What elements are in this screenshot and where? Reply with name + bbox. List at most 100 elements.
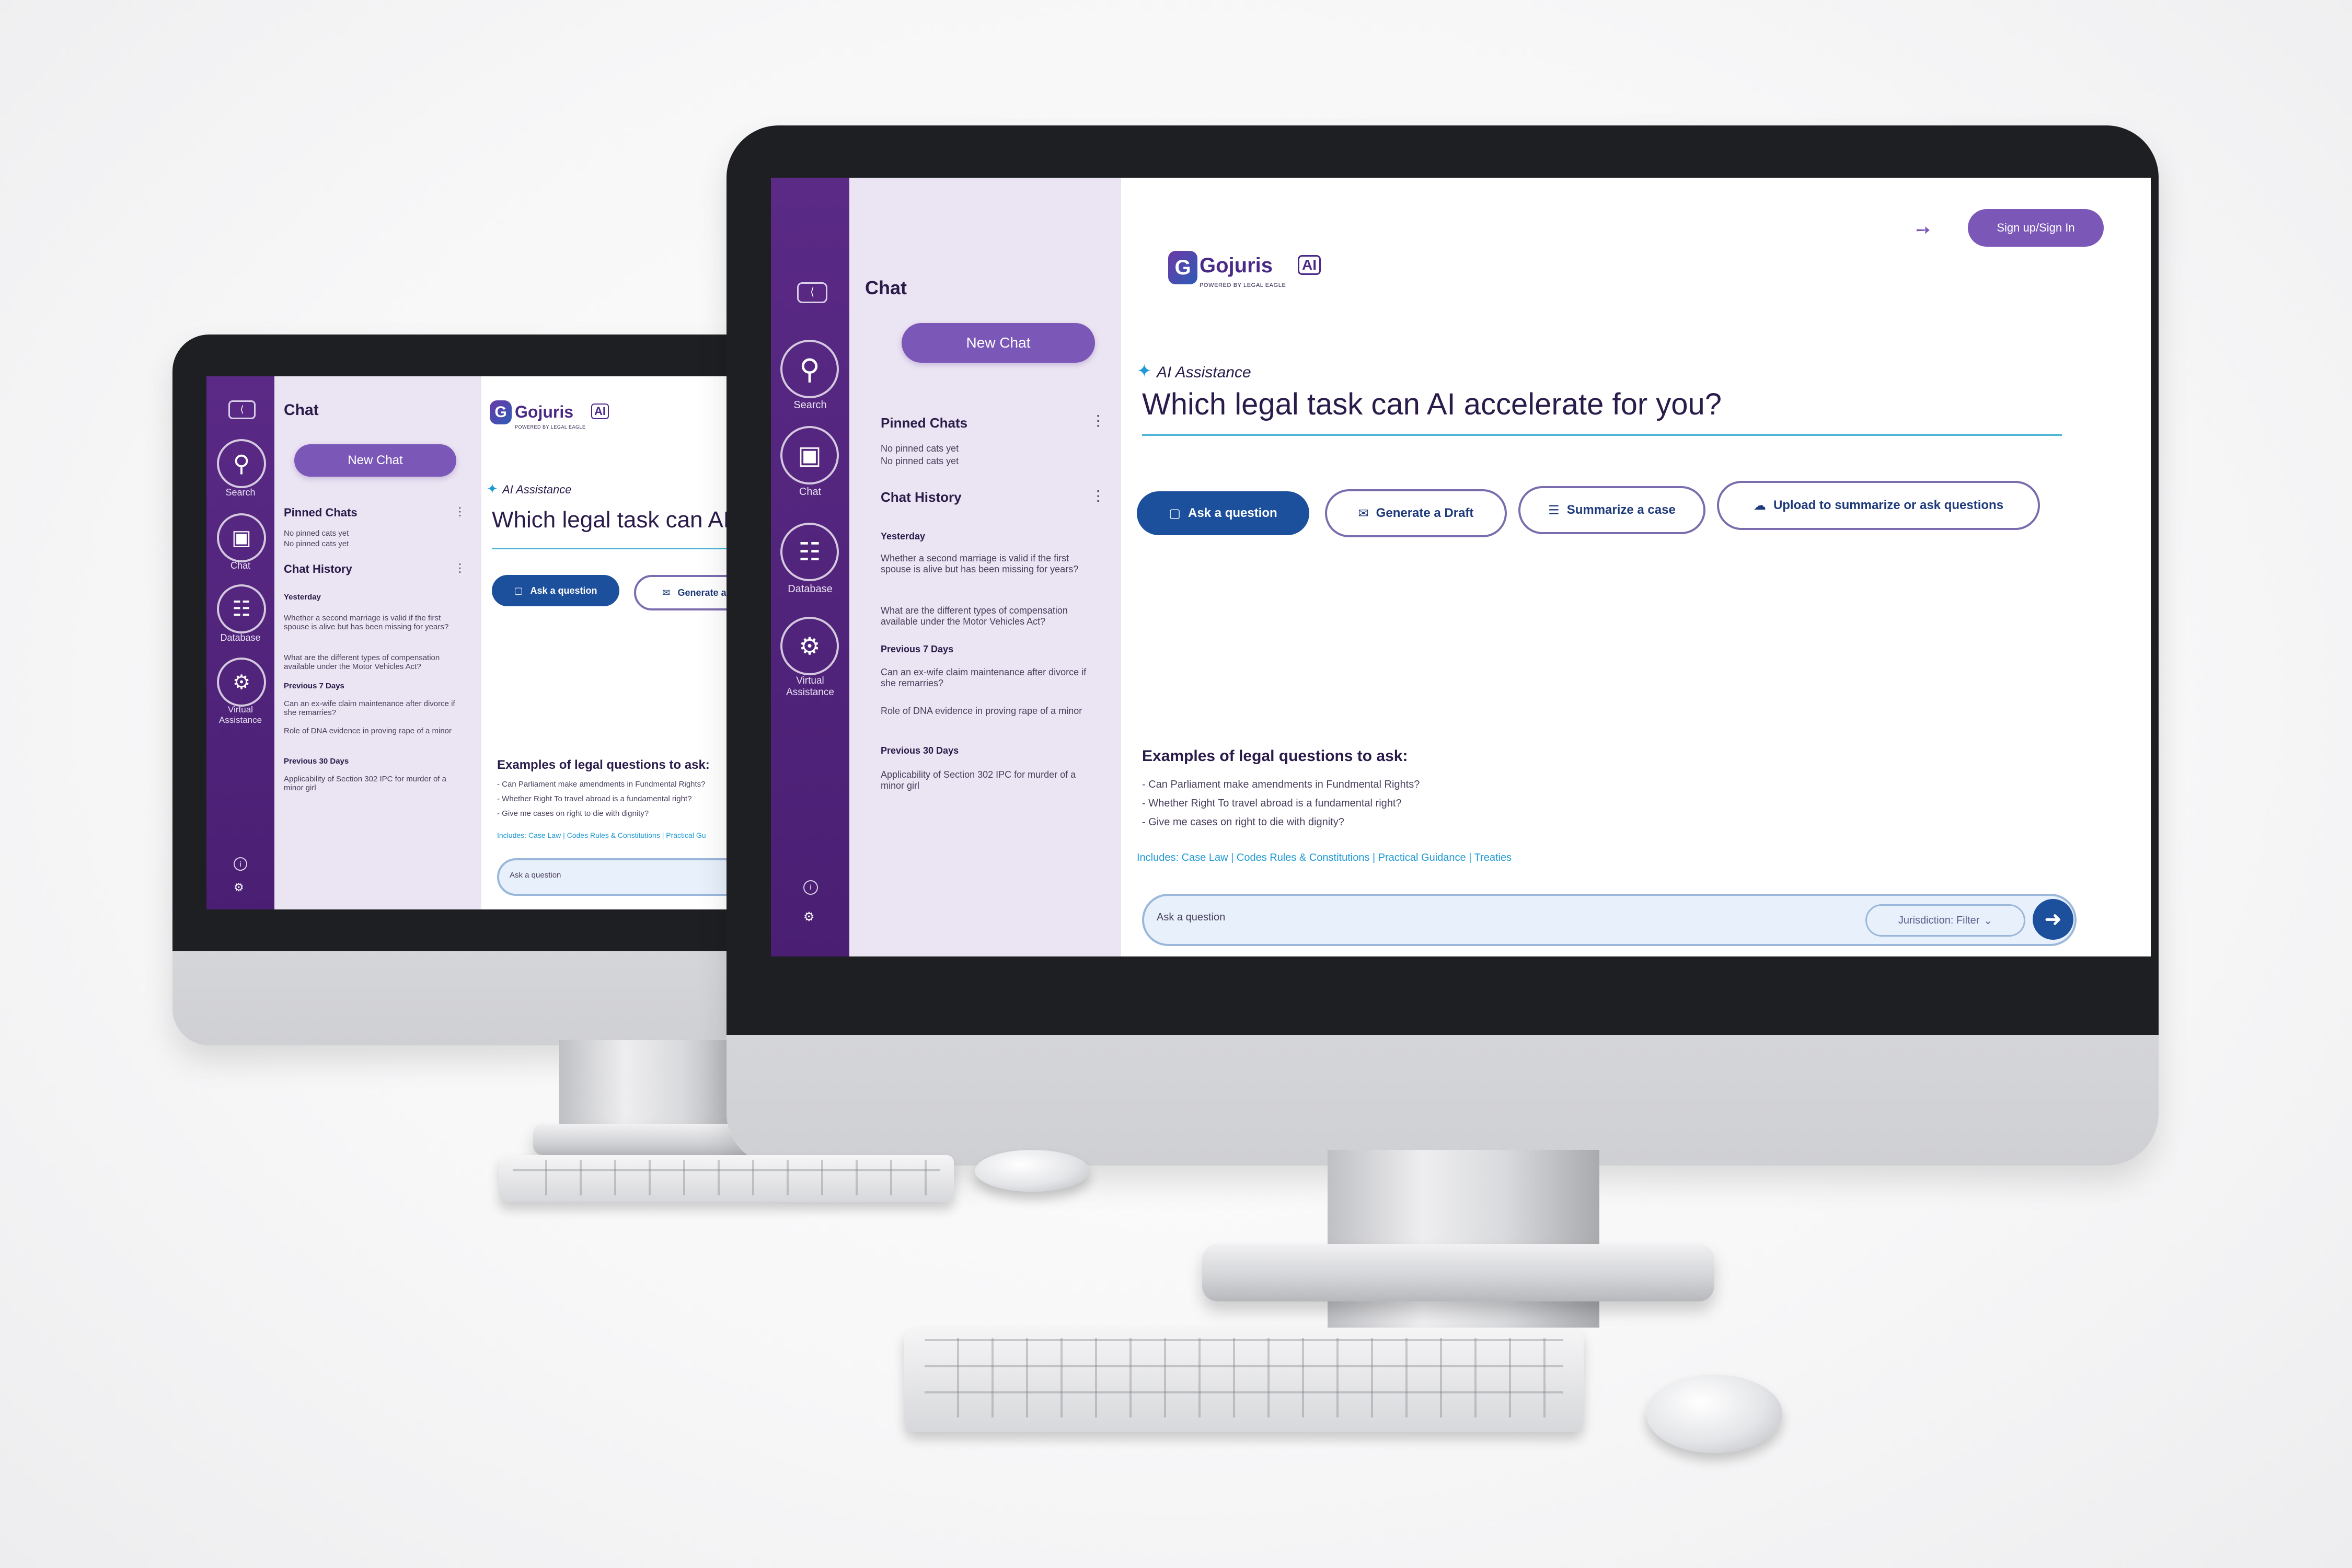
example-text: Can Parliament make amendments in Fundme… <box>502 780 706 789</box>
pinned-empty: No pinned cats yet <box>881 456 959 466</box>
history-item[interactable]: Role of DNA evidence in proving rape of … <box>881 706 1090 717</box>
ask-input[interactable]: Ask a question <box>510 871 561 880</box>
generate-draft-button[interactable]: ✉ Generate a Draft <box>1325 489 1507 537</box>
brand-sub: POWERED BY LEGAL EAGLE <box>515 424 586 430</box>
rail-label-virtual-assistance: Virtual Assistance <box>218 705 262 725</box>
assist-label: AI Assistance <box>1157 364 1251 381</box>
back-keyboard-keys <box>513 1160 940 1196</box>
rail: ⟨ ⚲ Search ▣ Chat ☷ Database ⚙ Virtual A… <box>206 376 274 909</box>
history-item[interactable]: Applicability of Section 302 IPC for mur… <box>881 769 1090 791</box>
virtual-assistant-icon[interactable]: ⚙ <box>780 617 839 675</box>
include-link[interactable]: Codes Rules & Constitutions <box>567 831 660 839</box>
history-item[interactable]: Applicability of Section 302 IPC for mur… <box>284 775 462 792</box>
send-button[interactable]: ➜ <box>2033 899 2073 940</box>
example-item[interactable]: - Whether Right To travel abroad is a fu… <box>1142 798 1402 810</box>
search-icon[interactable]: ⚲ <box>217 439 266 488</box>
info-icon[interactable]: i <box>803 880 818 895</box>
jurisdiction-label: Jurisdiction: Filter <box>1898 914 1980 926</box>
history-group-heading: Previous 7 Days <box>284 682 344 690</box>
upload-button[interactable]: ☁ Upload to summarize or ask questions <box>1717 481 2040 530</box>
brand-badge: AI <box>591 403 609 419</box>
envelope-icon: ✉ <box>662 587 671 598</box>
signin-button[interactable]: Sign up/Sign In <box>1968 209 2104 247</box>
headline: Which legal task can AI ac <box>492 507 760 533</box>
front-keyboard <box>904 1328 1584 1432</box>
include-link[interactable]: Practical Guidance <box>1378 852 1466 863</box>
front-monitor-base <box>1202 1244 1714 1301</box>
chat-icon[interactable]: ▣ <box>217 513 266 562</box>
database-icon[interactable]: ☷ <box>780 523 839 581</box>
example-text: Whether Right To travel abroad is a fund… <box>502 794 692 803</box>
example-item[interactable]: - Give me cases on right to die with dig… <box>497 809 649 818</box>
database-icon[interactable]: ☷ <box>217 584 266 633</box>
rail-label-search: Search <box>225 487 256 498</box>
assist-label: AI Assistance <box>502 483 572 496</box>
rail-label-search: Search <box>793 399 827 411</box>
new-chat-button[interactable]: New Chat <box>294 444 456 477</box>
history-item[interactable]: Can an ex-wife claim maintenance after d… <box>881 667 1090 689</box>
example-text: Give me cases on right to die with digni… <box>1148 816 1344 828</box>
chat-history-title: Chat History <box>881 489 962 505</box>
example-text: Whether Right To travel abroad is a fund… <box>1148 798 1402 809</box>
rail-label-database: Database <box>788 583 833 595</box>
gojuris-logo-icon: G <box>1168 251 1197 284</box>
front-mouse <box>1646 1375 1782 1453</box>
history-group-heading: Previous 7 Days <box>881 644 954 654</box>
collapse-icon[interactable]: ⟨ <box>228 400 256 419</box>
summarize-case-button[interactable]: ☰ Summarize a case <box>1518 486 1705 534</box>
include-link[interactable]: Codes Rules & Constitutions <box>1237 852 1370 863</box>
brand-name: Gojuris <box>515 402 574 421</box>
rail-label-chat: Chat <box>230 560 251 571</box>
info-icon[interactable]: i <box>234 857 247 871</box>
include-link[interactable]: Case Law <box>1182 852 1228 863</box>
example-item[interactable]: - Give me cases on right to die with dig… <box>1142 816 1344 828</box>
include-link[interactable]: Treaties <box>1474 852 1512 863</box>
ask-question-button[interactable]: ▢ Ask a question <box>1137 491 1309 535</box>
examples-title: Examples of legal questions to ask: <box>1142 747 1408 765</box>
brand-sub: POWERED BY LEGAL EAGLE <box>1200 282 1286 289</box>
rail-label-chat: Chat <box>799 486 822 498</box>
new-chat-button[interactable]: New Chat <box>902 323 1095 363</box>
ask-question-button[interactable]: ▢ Ask a question <box>492 575 619 606</box>
ask-bar[interactable]: Ask a question Jurisdiction: Filter ⌄ ➜ <box>1142 894 2077 946</box>
collapse-icon[interactable]: ⟨ <box>797 282 827 303</box>
example-text: Give me cases on right to die with digni… <box>502 809 649 818</box>
history-menu-icon[interactable]: ⋮ <box>1091 487 1105 504</box>
examples-title: Examples of legal questions to ask: <box>497 758 710 772</box>
ask-icon: ▢ <box>514 585 523 596</box>
includes-row: Includes: Case Law | Codes Rules & Const… <box>1137 852 1512 863</box>
history-item[interactable]: Role of DNA evidence in proving rape of … <box>284 727 462 735</box>
history-item[interactable]: Whether a second marriage is valid if th… <box>284 614 462 631</box>
pinned-empty: No pinned cats yet <box>881 443 959 454</box>
search-icon[interactable]: ⚲ <box>780 340 839 398</box>
pinned-menu-icon[interactable]: ⋮ <box>1091 412 1105 429</box>
history-menu-icon[interactable]: ⋮ <box>454 561 466 575</box>
chat-sidebar: Chat New Chat Pinned Chats ⋮ No pinned c… <box>849 178 1121 956</box>
settings-icon[interactable]: ⚙ <box>803 909 815 925</box>
chat-icon[interactable]: ▣ <box>780 426 839 485</box>
history-item[interactable]: Can an ex-wife claim maintenance after d… <box>284 699 462 717</box>
example-item[interactable]: - Whether Right To travel abroad is a fu… <box>497 794 691 803</box>
ask-icon: ▢ <box>1169 506 1181 521</box>
ask-question-label: Ask a question <box>530 585 597 596</box>
rail-label-virtual-assistance: Virtual Assistance <box>786 675 834 698</box>
history-item[interactable]: What are the different types of compensa… <box>881 605 1090 627</box>
history-item[interactable]: Whether a second marriage is valid if th… <box>881 553 1090 575</box>
history-item[interactable]: What are the different types of compensa… <box>284 653 462 671</box>
history-group-heading: Previous 30 Days <box>881 745 959 756</box>
example-item[interactable]: - Can Parliament make amendments in Fund… <box>497 780 706 789</box>
includes-label: Includes: <box>497 831 527 839</box>
brand-name: Gojuris <box>1200 254 1273 277</box>
ask-input[interactable]: Ask a question <box>1157 912 1225 924</box>
include-link[interactable]: Practical Gu <box>666 831 706 839</box>
include-link[interactable]: Case Law <box>528 831 561 839</box>
jurisdiction-filter[interactable]: Jurisdiction: Filter ⌄ <box>1865 904 2025 937</box>
settings-icon[interactable]: ⚙ <box>234 881 244 894</box>
example-item[interactable]: - Can Parliament make amendments in Fund… <box>1142 779 1420 791</box>
pinned-empty: No pinned cats yet <box>284 529 349 538</box>
document-icon: ☰ <box>1548 503 1560 517</box>
sidebar-title: Chat <box>865 277 907 298</box>
pinned-menu-icon[interactable]: ⋮ <box>454 505 466 518</box>
virtual-assistant-icon[interactable]: ⚙ <box>217 658 266 707</box>
pin-icon[interactable]: ➙ <box>1916 220 1931 240</box>
